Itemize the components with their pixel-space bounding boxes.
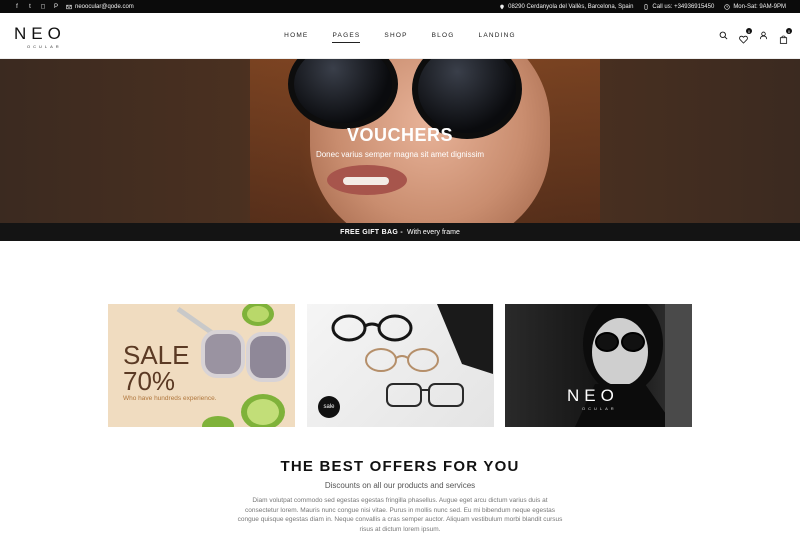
- hero-teeth: [343, 177, 389, 185]
- offers-body: Diam volutpat commodo sed egestas egesta…: [237, 497, 563, 534]
- cart-button[interactable]: 0: [779, 28, 792, 44]
- offers-title: THE BEST OFFERS FOR YOU: [280, 458, 520, 475]
- promo-bold: FREE GIFT BAG -: [340, 228, 403, 236]
- phone-text: Call us: +34936915450: [652, 3, 715, 10]
- nav-landing[interactable]: LANDING: [479, 32, 516, 43]
- logo-subtitle: OCULAR: [27, 44, 62, 49]
- address-info: 08290 Cerdanyola del Vallès, Barcelona, …: [499, 4, 633, 10]
- phone-icon: [644, 3, 648, 10]
- nav-blog[interactable]: BLOG: [432, 32, 455, 43]
- offers-subtitle: Discounts on all our products and servic…: [324, 481, 476, 490]
- sale-badge: sale: [318, 396, 340, 418]
- sale-heading: SALE 70%: [123, 342, 190, 394]
- location-pin-icon: [500, 4, 504, 9]
- top-bar: f t ◻ P neoocular@qode.com 08290 Cerdany…: [0, 0, 800, 13]
- hero-banner: VOUCHERS Donec varius semper magna sit a…: [0, 59, 800, 223]
- search-icon[interactable]: [719, 31, 728, 40]
- promo-card-neo[interactable]: NEO OCULAR: [505, 304, 692, 427]
- top-bar-left: f t ◻ P neoocular@qode.com: [14, 3, 134, 11]
- user-icon[interactable]: [759, 31, 768, 40]
- nav-shop[interactable]: SHOP: [384, 32, 407, 43]
- heart-icon: [739, 35, 748, 44]
- email-link[interactable]: neoocular@qode.com: [66, 4, 134, 10]
- mail-icon: [66, 4, 72, 9]
- card-logo-wordmark: NEO: [567, 386, 619, 405]
- nav-pages[interactable]: PAGES: [332, 32, 361, 43]
- sale-word: SALE: [123, 340, 190, 370]
- hero-subtitle: Donec varius semper magna sit amet digni…: [315, 150, 485, 159]
- promo-text: With every frame: [406, 228, 460, 236]
- phone-link[interactable]: Call us: +34936915450: [643, 4, 714, 10]
- facebook-icon[interactable]: f: [14, 4, 20, 10]
- site-header: NEO OCULAR HOME PAGES SHOP BLOG LANDING …: [0, 13, 800, 59]
- hero-title: VOUCHERS: [346, 125, 453, 145]
- address-text: 08290 Cerdanyola del Vallès, Barcelona, …: [508, 3, 634, 10]
- offers-section: THE BEST OFFERS FOR YOU Discounts on all…: [0, 458, 800, 535]
- cart-count: 0: [786, 28, 792, 34]
- hero-text: VOUCHERS Donec varius semper magna sit a…: [0, 125, 800, 159]
- wishlist-button[interactable]: 0: [739, 28, 752, 44]
- pinterest-icon[interactable]: P: [53, 4, 59, 10]
- wishlist-count: 0: [746, 28, 752, 34]
- bag-icon: [779, 35, 788, 44]
- promo-card-sale[interactable]: SALE 70% Who have hundreds experience.: [108, 304, 295, 427]
- hours-info: Mon-Sat: 9AM-9PM: [724, 4, 786, 10]
- promo-strip: FREE GIFT BAG - With every frame: [0, 223, 800, 241]
- twitter-icon[interactable]: t: [27, 4, 33, 10]
- sale-percent: 70%: [123, 366, 176, 396]
- hours-text: Mon-Sat: 9AM-9PM: [733, 3, 786, 10]
- clock-icon: [724, 3, 731, 10]
- header-actions: 0 0: [719, 28, 792, 44]
- instagram-icon[interactable]: ◻: [40, 3, 46, 10]
- promo-card-glasses[interactable]: sale: [307, 304, 494, 427]
- top-bar-right: 08290 Cerdanyola del Vallès, Barcelona, …: [499, 4, 786, 10]
- main-nav: HOME PAGES SHOP BLOG LANDING: [0, 32, 800, 43]
- card-logo-subtitle: OCULAR: [582, 406, 617, 411]
- sale-caption: Who have hundreds experience.: [123, 395, 217, 402]
- nav-home[interactable]: HOME: [284, 32, 308, 43]
- email-text: neoocular@qode.com: [75, 3, 134, 10]
